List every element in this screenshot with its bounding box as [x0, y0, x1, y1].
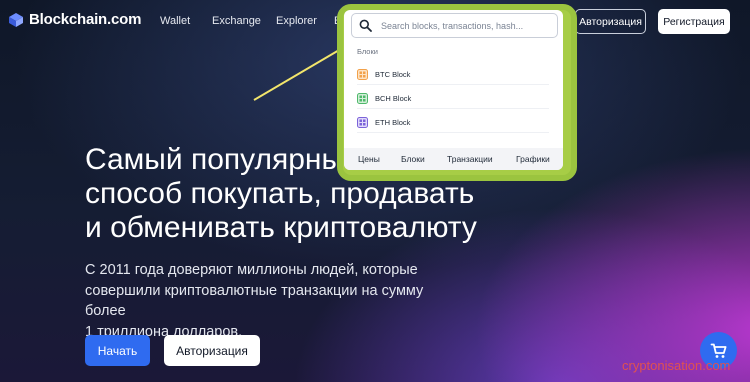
search-dropdown: Блоки BTC Block BCH Block ETH Block Цены…	[344, 10, 563, 170]
search-input[interactable]	[381, 20, 551, 31]
cart-icon	[710, 343, 726, 358]
bch-block-icon	[357, 93, 368, 104]
tab-blocks[interactable]: Блоки	[401, 154, 425, 164]
btc-block-icon	[357, 69, 368, 80]
search-item-label: BTC Block	[375, 70, 411, 79]
search-item-label: BCH Block	[375, 94, 412, 103]
login-button[interactable]: Авторизация	[575, 9, 646, 34]
register-button[interactable]: Регистрация	[658, 9, 730, 34]
tab-transactions[interactable]: Транзакции	[447, 154, 493, 164]
search-item-eth-block[interactable]: ETH Block	[357, 113, 549, 133]
watermark-text: cryptonisation.com	[622, 358, 731, 373]
hero-subtext: С 2011 года доверяют миллионы людей, кот…	[85, 260, 425, 342]
tab-charts[interactable]: Графики	[516, 154, 550, 164]
nav-link-explorer[interactable]: Explorer	[276, 15, 317, 27]
nav-link-wallet[interactable]: Wallet	[160, 15, 190, 27]
eth-block-icon	[357, 117, 368, 128]
search-field[interactable]	[351, 13, 558, 38]
search-icon	[359, 19, 372, 32]
tab-prices[interactable]: Цены	[358, 154, 380, 164]
nav-link-exchange[interactable]: Exchange	[212, 15, 261, 27]
hero-login-button[interactable]: Авторизация	[164, 335, 260, 366]
search-item-btc-block[interactable]: BTC Block	[357, 65, 549, 85]
subtext-line: совершили криптовалютные транзакции на с…	[85, 282, 424, 320]
search-tabs: Цены Блоки Транзакции Графики	[344, 148, 563, 170]
headline-line: и обменивать криптовалюту	[85, 211, 477, 244]
search-item-bch-block[interactable]: BCH Block	[357, 89, 549, 109]
subtext-line: С 2011 года доверяют миллионы людей, кот…	[85, 262, 418, 278]
start-button[interactable]: Начать	[85, 335, 150, 366]
blockchain-logo-icon	[9, 12, 23, 27]
brand-name: Blockchain.com	[29, 11, 142, 28]
brand-logo[interactable]: Blockchain.com	[8, 11, 141, 28]
search-item-label: ETH Block	[375, 118, 411, 127]
headline-line: способ покупать, продавать	[85, 177, 475, 210]
blocks-section-label: Блоки	[357, 47, 378, 56]
